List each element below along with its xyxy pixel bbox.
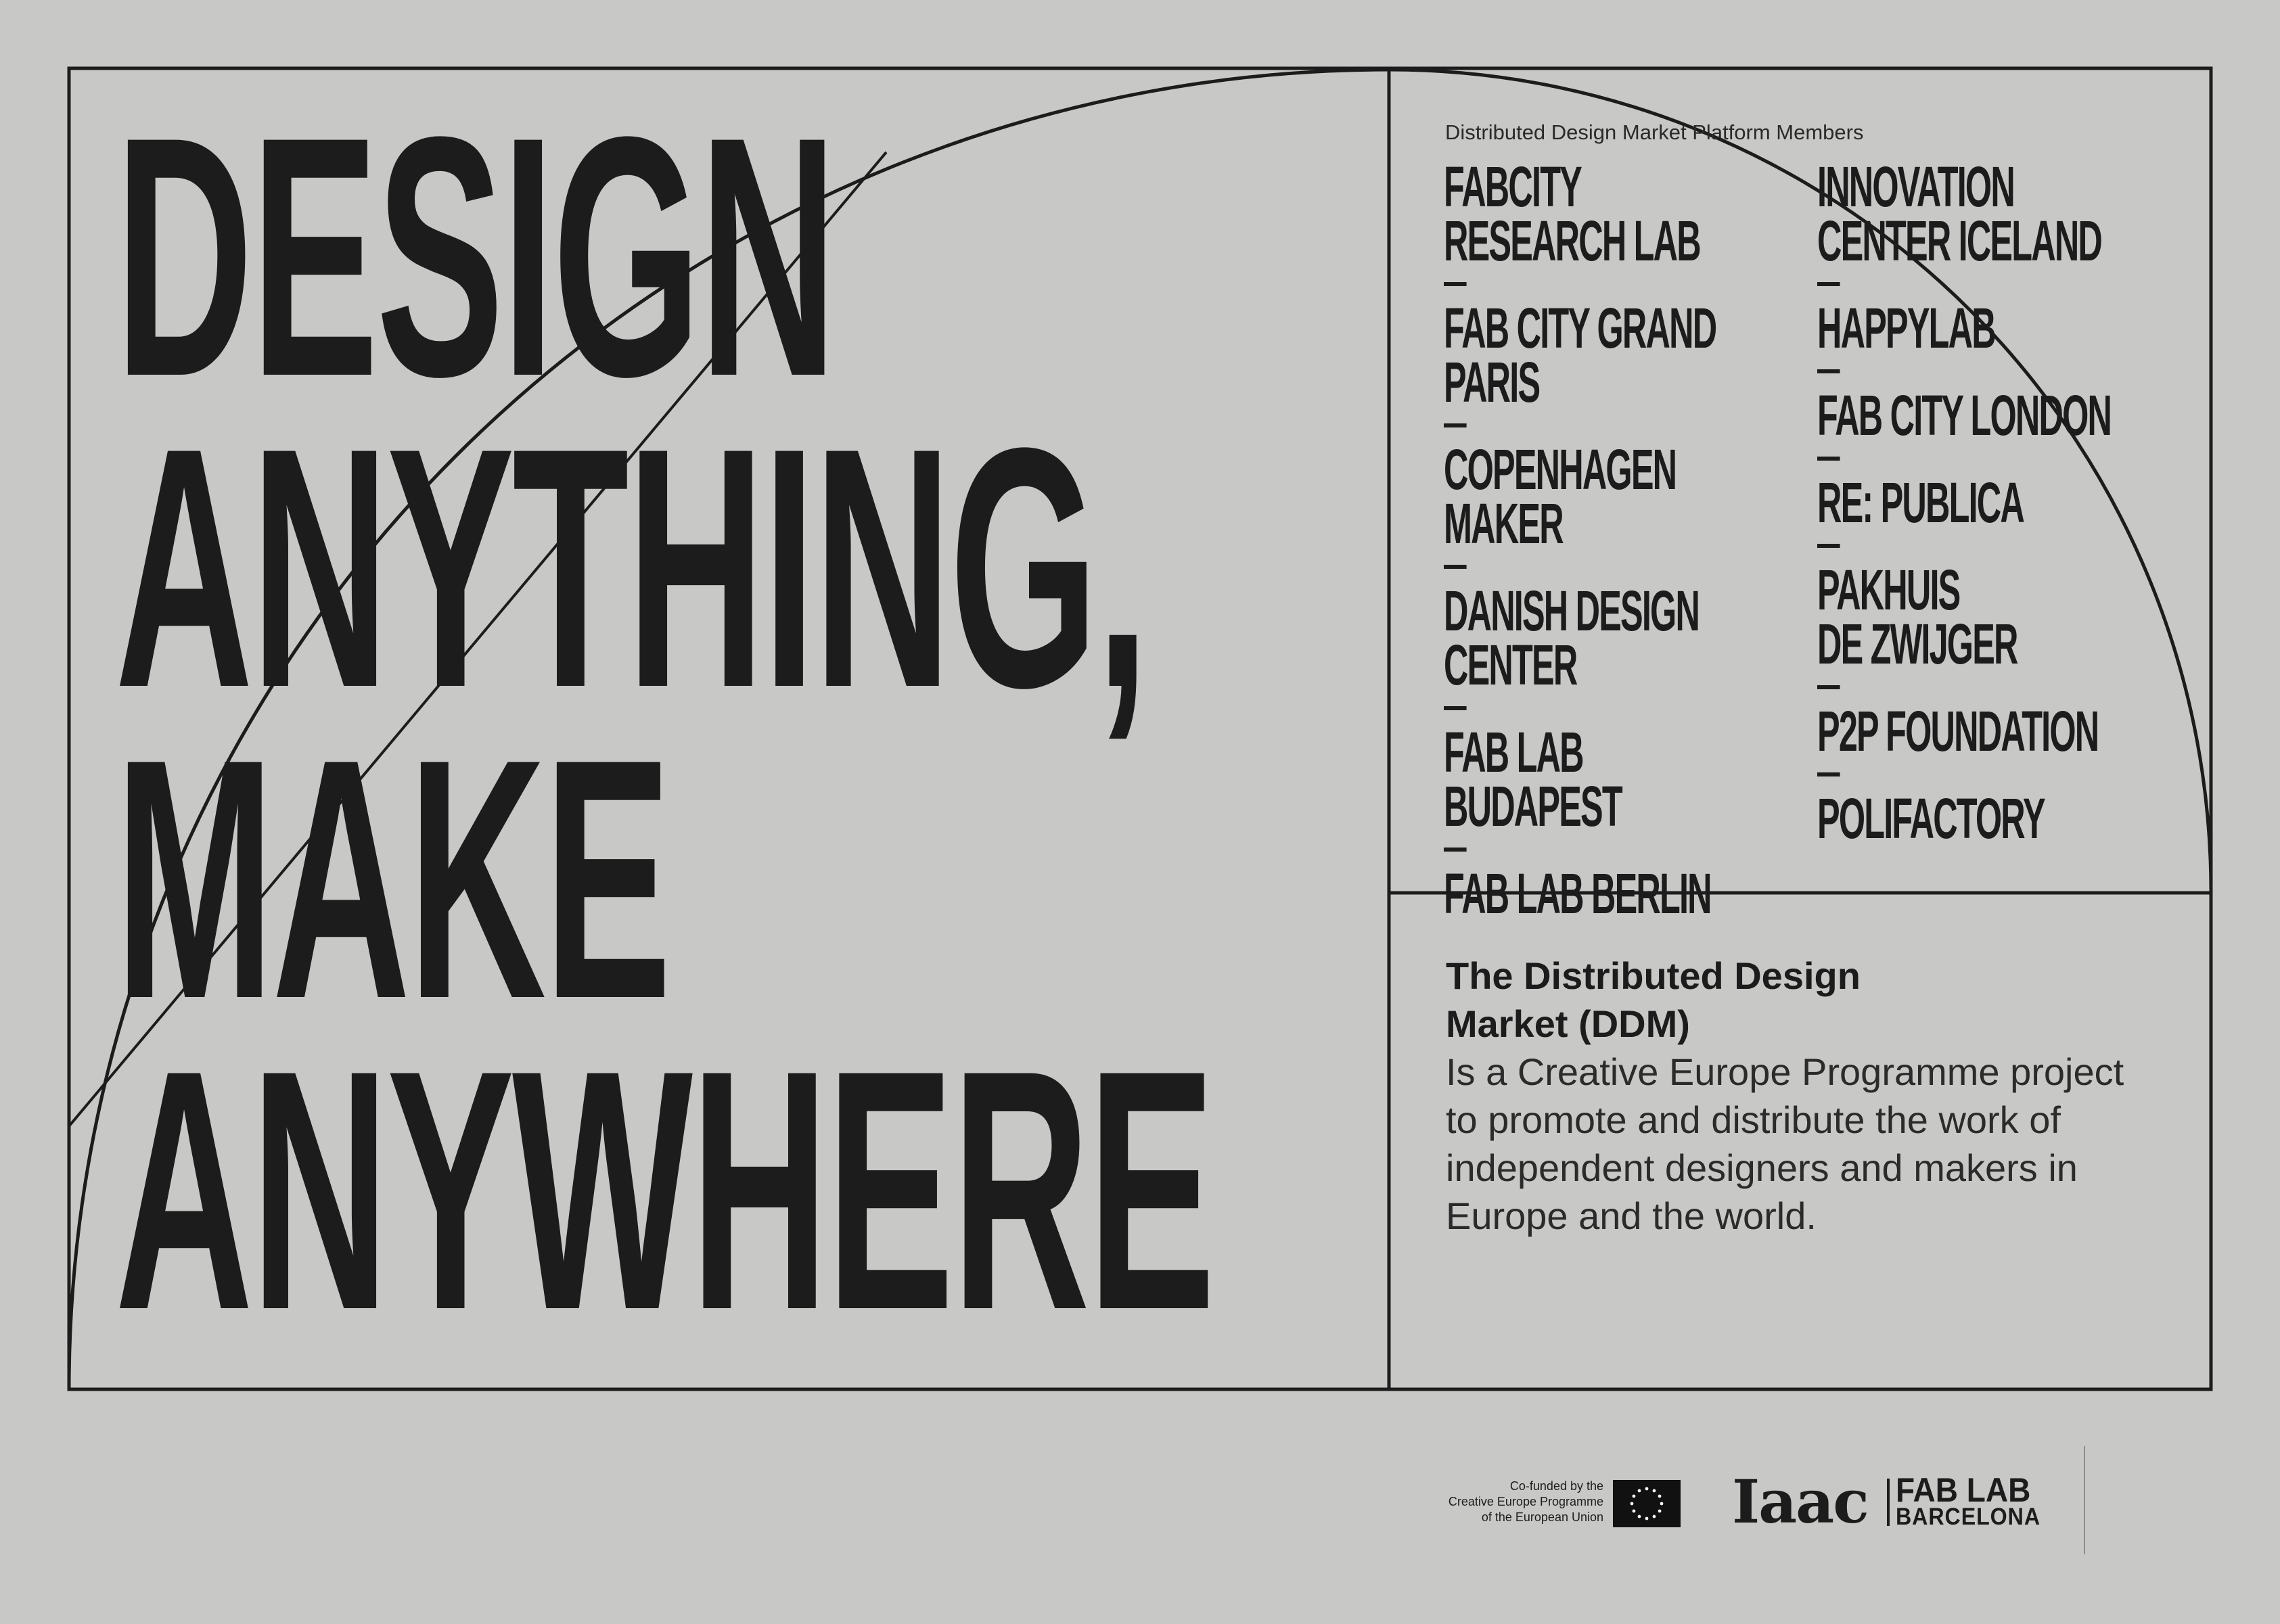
- member-item: POLIFACTORY: [1817, 787, 2046, 850]
- member-item: PAKHUIS DE ZWIJGER: [1817, 558, 2018, 676]
- member-item: HAPPYLAB: [1817, 296, 1997, 360]
- headline-line-1: DESIGN: [115, 66, 837, 448]
- eu-star: [1652, 1489, 1656, 1493]
- cofunded-line-1: Co-funded by the: [1509, 1479, 1603, 1493]
- logo-divider: [1887, 1479, 1890, 1526]
- member-item: FAB CITY LONDON: [1817, 384, 2112, 447]
- member-item: FABCITY RESEARCH LAB: [1444, 155, 1702, 273]
- eu-star: [1652, 1514, 1656, 1518]
- members-column-2: INNOVATION CENTER ICELAND HAPPYLAB FAB C…: [1817, 155, 2142, 850]
- fablab-logo-line-1: FAB LAB: [1896, 1471, 2031, 1509]
- member-item: FAB CITY GRAND PARIS: [1444, 296, 1717, 414]
- eu-star: [1658, 1494, 1662, 1498]
- eu-star: [1645, 1487, 1649, 1491]
- eu-star: [1630, 1502, 1634, 1506]
- cofunded-line-3: of the European Union: [1481, 1510, 1603, 1524]
- member-separator: [1817, 457, 1840, 461]
- member-item: INNOVATION CENTER ICELAND: [1817, 155, 2103, 273]
- member-item: FAB LAB BERLIN: [1444, 862, 1712, 925]
- headline-line-2: ANYTHING,: [115, 377, 1149, 759]
- members-caption: Distributed Design Market Platform Membe…: [1445, 120, 1864, 144]
- member-item: COPENHAGEN MAKER: [1444, 438, 1677, 555]
- about-title: The Distributed Design Market (DDM): [1446, 954, 1861, 1045]
- member-item: RE: PUBLICA: [1817, 471, 2025, 534]
- member-separator: [1817, 282, 1840, 286]
- member-item: DANISH DESIGN CENTER: [1444, 579, 1700, 697]
- member-separator: [1444, 706, 1467, 710]
- member-separator: [1444, 423, 1467, 427]
- about-body: Is a Creative Europe Programme project t…: [1446, 1050, 2124, 1237]
- eu-star: [1658, 1509, 1662, 1513]
- headline: DESIGN ANYTHING, MAKE ANYWHERE: [115, 66, 1215, 1381]
- member-separator: [1444, 848, 1467, 852]
- eu-flag-icon: [1613, 1480, 1681, 1527]
- eu-star: [1637, 1489, 1641, 1493]
- member-item: P2P FOUNDATION: [1817, 699, 2099, 763]
- headline-line-3: MAKE: [115, 689, 672, 1070]
- member-separator: [1444, 282, 1467, 286]
- about-section: The Distributed Design Market (DDM) Is a…: [1446, 952, 2149, 1240]
- member-item: FAB LAB BUDAPEST: [1444, 720, 1623, 838]
- member-separator: [1817, 772, 1840, 776]
- member-separator: [1817, 369, 1840, 373]
- member-separator: [1444, 565, 1467, 569]
- eu-star: [1632, 1509, 1636, 1513]
- iaac-logo: Iaac: [1732, 1466, 1869, 1537]
- cofunded-text: Co-funded by the Creative Europe Program…: [1333, 1479, 1603, 1525]
- members-column-1: FABCITY RESEARCH LAB FAB CITY GRAND PARI…: [1444, 155, 1769, 925]
- fablab-logo-line-2: BARCELONA: [1896, 1504, 2041, 1530]
- eu-star: [1637, 1514, 1641, 1518]
- headline-line-4: ANYWHERE: [115, 1000, 1215, 1381]
- member-separator: [1817, 685, 1840, 689]
- eu-stars-icon: [1630, 1487, 1664, 1521]
- eu-star: [1645, 1516, 1649, 1521]
- cofunded-line-2: Creative Europe Programme: [1448, 1495, 1603, 1508]
- member-separator: [1817, 544, 1840, 548]
- eu-star: [1660, 1502, 1664, 1506]
- eu-star: [1632, 1494, 1636, 1498]
- right-vertical-rule: [2084, 1446, 2085, 1554]
